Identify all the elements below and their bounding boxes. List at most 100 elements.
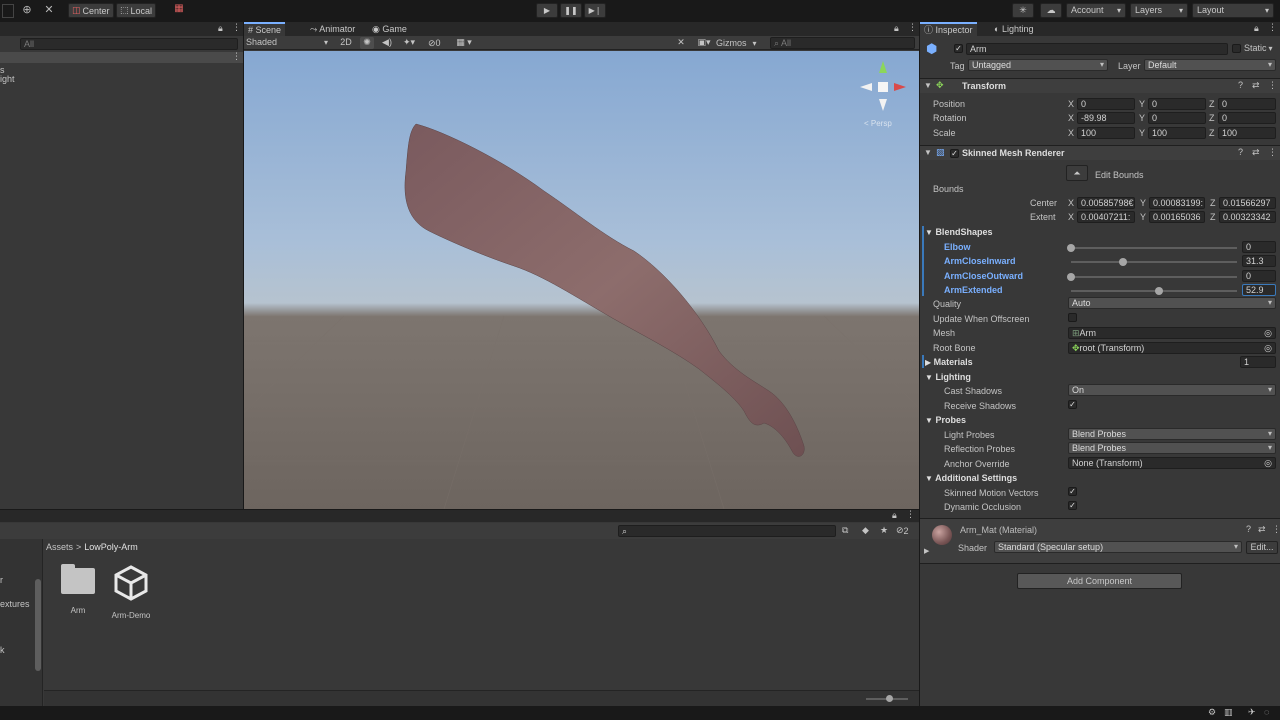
pivot-center-button[interactable]: ◫ Center	[68, 3, 114, 18]
transform-x-field[interactable]: 0	[1077, 98, 1135, 110]
tab-inspector[interactable]: ⓘ Inspector	[920, 22, 977, 36]
hidden-objects-toggle[interactable]: ⊘ 0	[428, 37, 441, 49]
sidebar-item[interactable]: k	[0, 645, 5, 655]
more-icon[interactable]: ⋮	[1268, 22, 1277, 33]
hierarchy-item[interactable]: ight	[0, 74, 15, 84]
foldout-arrow-icon[interactable]: ▶	[924, 547, 929, 555]
bounds-extent-y-field[interactable]: 0.00165036	[1149, 211, 1205, 223]
hidden-packages-toggle[interactable]: ⊘ 2	[896, 525, 909, 536]
account-dropdown[interactable]: Account ▾	[1066, 3, 1126, 18]
skinned-motion-vectors-checkbox[interactable]: ✓	[1068, 487, 1077, 496]
scene-header-row[interactable]: ⋮	[0, 51, 243, 63]
gizmos-dropdown[interactable]: Gizmos ▾	[716, 37, 757, 49]
cast-shadows-dropdown[interactable]: On	[1068, 384, 1276, 396]
favorite-icon[interactable]: ★	[880, 525, 888, 536]
asset-item[interactable]: Arm-Demo	[106, 564, 156, 620]
light-probes-dropdown[interactable]: Blend Probes	[1068, 428, 1276, 440]
bounds-center-y-field[interactable]: 0.00083199:	[1149, 197, 1205, 209]
update-offscreen-checkbox[interactable]	[1068, 313, 1077, 322]
presets-icon[interactable]: ⇄	[1258, 524, 1266, 535]
more-icon[interactable]: ⋮	[908, 22, 917, 33]
2d-toggle-button[interactable]: 2D	[336, 37, 356, 49]
orientation-gizmo[interactable]	[856, 59, 910, 113]
tab-game[interactable]: ◉ Game	[368, 22, 411, 36]
probes-foldout[interactable]: ▼ Probes	[925, 415, 966, 425]
quality-dropdown[interactable]: Auto	[1068, 297, 1276, 309]
grid-snap-icon[interactable]: ▦	[172, 3, 186, 14]
scene-viewport[interactable]: < Persp	[244, 51, 919, 509]
blendshape-value-field[interactable]: 0	[1242, 270, 1276, 282]
filter-type-icon[interactable]: ⧉	[842, 525, 848, 536]
blendshape-slider-knob[interactable]	[1067, 273, 1075, 281]
receive-shadows-checkbox[interactable]: ✓	[1068, 400, 1077, 409]
rect-tool-icon[interactable]	[2, 4, 14, 18]
projection-label[interactable]: < Persp	[864, 119, 892, 128]
sidebar-item[interactable]: r	[0, 575, 3, 585]
blendshape-slider-track[interactable]	[1071, 276, 1237, 278]
edit-bounds-button[interactable]: ⏶	[1066, 165, 1088, 181]
play-button[interactable]: ▶	[536, 3, 558, 18]
transform-x-field[interactable]: 100	[1077, 127, 1135, 139]
bounds-extent-x-field[interactable]: 0.00407211:	[1077, 211, 1135, 223]
blendshape-slider-knob[interactable]	[1067, 244, 1075, 252]
anchor-override-field[interactable]: None (Transform) ◎	[1068, 457, 1276, 469]
services-icon[interactable]: ✳	[1012, 3, 1034, 18]
shading-mode-dropdown[interactable]: Shaded ▾	[246, 37, 330, 49]
more-icon[interactable]: ⋮	[232, 51, 241, 62]
layer-dropdown[interactable]: Default	[1144, 59, 1276, 71]
add-component-button[interactable]: Add Component	[1017, 573, 1182, 589]
breadcrumb-assets[interactable]: Assets	[46, 542, 73, 552]
pause-button[interactable]: ❚❚	[560, 3, 582, 18]
shader-dropdown[interactable]: Standard (Specular setup)	[994, 541, 1242, 553]
tab-scene[interactable]: # Scene	[244, 22, 286, 36]
layers-dropdown[interactable]: Layers ▾	[1130, 3, 1188, 18]
additional-settings-foldout[interactable]: ▼ Additional Settings	[925, 473, 1017, 483]
bounds-center-z-field[interactable]: 0.01566297	[1219, 197, 1276, 209]
hierarchy-search-input[interactable]: All	[20, 38, 238, 50]
progress-icon[interactable]: ✈	[1248, 707, 1256, 718]
collab-icon[interactable]: ◌	[1264, 707, 1269, 717]
grid-toggle-icon[interactable]: ▦ ▾	[452, 37, 476, 48]
more-icon[interactable]: ⋮	[232, 22, 241, 33]
scene-search-input[interactable]: ⌕ All	[770, 37, 915, 49]
transform-z-field[interactable]: 0	[1218, 112, 1276, 124]
project-search-input[interactable]: ⌕	[618, 525, 836, 537]
lock-icon[interactable]: 🔒︎	[218, 23, 223, 34]
active-checkbox[interactable]: ✓	[954, 44, 963, 53]
camera-settings-icon[interactable]: ▣▾	[694, 37, 714, 48]
tab-animator[interactable]: ⤳ Animator	[306, 22, 359, 36]
blendshape-slider-knob[interactable]	[1155, 287, 1163, 295]
blendshape-slider-track[interactable]	[1071, 261, 1237, 263]
bounds-center-x-field[interactable]: 0.00585798€	[1077, 197, 1135, 209]
asset-item[interactable]: Arm	[56, 564, 100, 620]
transform-z-field[interactable]: 0	[1218, 98, 1276, 110]
audio-toggle-icon[interactable]: ◀)	[380, 37, 394, 48]
static-checkbox[interactable]	[1232, 43, 1241, 53]
tab-lighting[interactable]: ◐ Lighting	[990, 22, 1037, 36]
object-name-field[interactable]: Arm	[966, 43, 1228, 55]
presets-icon[interactable]: ⇄	[1252, 147, 1260, 158]
pivot-local-button[interactable]: ⬚ Local	[116, 3, 157, 18]
transform-y-field[interactable]: 100	[1148, 127, 1206, 139]
lock-icon[interactable]: 🔒︎	[894, 23, 899, 34]
object-picker-icon[interactable]: ◎	[1264, 328, 1272, 338]
smr-enabled-checkbox[interactable]: ✓	[950, 149, 959, 158]
more-icon[interactable]: ⋮	[1268, 147, 1277, 158]
blendshape-value-field[interactable]: 31.3	[1242, 255, 1276, 267]
lighting-toggle-icon[interactable]: ✺	[360, 37, 374, 49]
object-picker-icon[interactable]: ◎	[1264, 458, 1272, 468]
help-icon[interactable]: ?	[1238, 147, 1243, 157]
blendshape-slider-track[interactable]	[1071, 247, 1237, 249]
reflection-probes-dropdown[interactable]: Blend Probes	[1068, 442, 1276, 454]
blendshape-slider-knob[interactable]	[1119, 258, 1127, 266]
transform-y-field[interactable]: 0	[1148, 112, 1206, 124]
transform-tool-icon[interactable]: ⊕	[20, 3, 34, 16]
presets-icon[interactable]: ⇄	[1252, 80, 1260, 91]
sidebar-item[interactable]: extures	[0, 599, 30, 609]
blendshapes-foldout[interactable]: ▼ BlendShapes	[925, 227, 992, 237]
blendshape-slider-track[interactable]	[1071, 290, 1237, 292]
root-bone-field[interactable]: ✥root (Transform) ◎	[1068, 342, 1276, 354]
cloud-icon[interactable]: ☁	[1040, 3, 1062, 18]
shader-edit-button[interactable]: Edit...	[1246, 541, 1278, 554]
icon-size-slider-knob[interactable]	[886, 695, 893, 702]
